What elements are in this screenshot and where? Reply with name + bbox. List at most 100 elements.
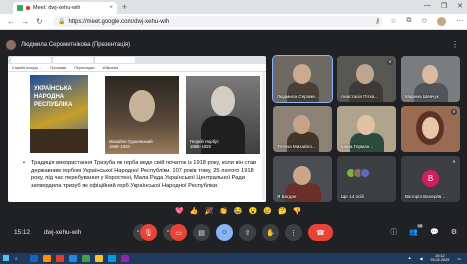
taskbar-app-icon[interactable]	[56, 255, 64, 262]
volume-icon[interactable]: ◀	[419, 256, 422, 261]
wifi-icon[interactable]: ▲	[408, 256, 412, 260]
slide-paragraph: Традиція використання Тризуба як герба в…	[31, 160, 257, 189]
thumbs-down-reaction[interactable]: 👎	[293, 207, 302, 217]
shared-scrollbar	[262, 72, 265, 200]
sad-reaction[interactable]: 😢	[263, 207, 272, 217]
portrait-face	[211, 86, 235, 116]
bookmark: Wikipedia	[102, 65, 119, 70]
favorites-icon[interactable]: ✩	[421, 17, 427, 26]
participant-tile[interactable]: Марина Шевчук	[401, 56, 460, 102]
raise-hand-button[interactable]: ✋	[262, 224, 279, 241]
more-participants-tile[interactable]: Ще 14 осіб	[337, 156, 396, 202]
bookmark: Перекладач	[74, 65, 95, 70]
crowd-image	[30, 129, 88, 153]
hrushevsky-portrait: Михайло Грушевський 1866–1934	[105, 76, 179, 154]
activities-icon[interactable]: ⚙	[451, 228, 457, 236]
mic-muted-icon: ✕	[451, 159, 457, 165]
taskbar-app-icon[interactable]	[30, 255, 38, 262]
emoji-button[interactable]: ☺	[216, 224, 233, 241]
call-controls: ^ 🎙 ^ ▭ ▤ ☺ ⇪ ✋ ⋮ ☎	[133, 224, 333, 241]
participant-video	[293, 166, 311, 185]
participant-video	[285, 183, 321, 202]
url-field[interactable]: 🔒 https://meet.google.com/dwj-xehu-wih	[53, 16, 383, 27]
unr-poster-image: УКРАЇНСЬКА НАРОДНА РЕСПУБЛІКА	[30, 75, 88, 153]
participant-tile[interactable]: ✕ Анастасія Пітка...	[337, 56, 396, 102]
taskbar-app-icon[interactable]	[108, 255, 116, 262]
participant-tile[interactable]: Я Богдан	[273, 156, 332, 202]
reload-icon[interactable]: ↻	[36, 17, 43, 26]
participant-tile[interactable]: Людмила Сероме...	[272, 55, 333, 103]
menu-icon[interactable]: ⋯	[456, 17, 463, 26]
bookmark: Програми	[49, 65, 67, 70]
taskbar-app-icon[interactable]	[82, 255, 90, 262]
mini-avatar	[360, 168, 370, 178]
participant-video	[293, 115, 310, 134]
narbut-portrait: Георгій Нарбут 1886–1920	[186, 76, 260, 154]
notifications-icon[interactable]: ▭	[457, 256, 461, 261]
search-icon[interactable]: ⌕	[15, 256, 18, 262]
laugh-reaction[interactable]: 😂	[234, 207, 243, 217]
extensions-icon[interactable]: ⧉	[406, 17, 411, 26]
window-controls: — ❐ ✕	[424, 2, 463, 10]
recording-dot-icon	[26, 6, 30, 10]
participant-video	[287, 132, 319, 152]
mic-muted-icon: ✕	[451, 109, 457, 115]
participant-name: Анастасія Пітка...	[341, 94, 379, 99]
new-tab-button[interactable]: +	[122, 2, 127, 12]
back-icon[interactable]: ←	[7, 17, 15, 26]
windows-start-icon[interactable]	[3, 255, 9, 261]
presenter-bar: Людмила Серометнікова (Презентація) ⋮	[6, 38, 461, 51]
surprised-reaction[interactable]: 😮	[249, 207, 258, 217]
shared-tab	[95, 57, 135, 63]
captions-button[interactable]: ▤	[193, 224, 210, 241]
more-options-icon[interactable]: ⋮	[451, 40, 459, 49]
participant-video	[287, 82, 319, 102]
key-icon[interactable]: ⚷	[375, 17, 380, 26]
info-icon[interactable]: ⓘ	[390, 227, 397, 237]
meet-favicon-icon	[17, 5, 23, 11]
participant-name: Вікторія Валеріїв...	[405, 194, 446, 199]
meeting-code: dwj-xehu-wih	[44, 229, 82, 236]
maximize-button[interactable]: ❐	[441, 2, 447, 10]
system-clock[interactable]: 15:12 25.02.2025	[430, 254, 449, 262]
profile-avatar[interactable]	[437, 17, 447, 26]
taskbar-app-icon[interactable]	[95, 255, 103, 262]
clap-reaction[interactable]: 👏	[219, 207, 228, 217]
thumbs-up-reaction[interactable]: 👍	[190, 207, 199, 217]
close-window-button[interactable]: ✕	[457, 2, 463, 10]
forward-icon[interactable]: →	[21, 17, 29, 26]
taskbar-app-icon[interactable]	[121, 255, 129, 262]
people-icon[interactable]: 👥 19	[409, 224, 423, 236]
mic-muted-icon: ✕	[387, 59, 393, 65]
participant-avatars	[346, 168, 370, 178]
participant-video	[422, 117, 439, 139]
thinking-reaction[interactable]: 🤔	[278, 207, 287, 217]
participant-tile[interactable]: Тетяна Михайло...	[273, 106, 332, 152]
more-options-button[interactable]: ⋮	[285, 224, 302, 241]
participant-tile[interactable]: ✕	[401, 106, 460, 152]
camera-off-button[interactable]: ▭	[170, 224, 187, 241]
party-reaction[interactable]: 🎉	[204, 207, 213, 217]
address-bar-row: ← → ↻ 🔒 https://meet.google.com/dwj-xehu…	[0, 14, 467, 30]
chat-icon[interactable]: 💬	[430, 228, 439, 236]
shared-tab	[53, 57, 93, 63]
heart-reaction[interactable]: 💖	[175, 207, 184, 217]
tab-title: Meet: dwj-xehu-wih	[33, 5, 81, 11]
minimize-button[interactable]: —	[424, 2, 431, 10]
mic-off-button[interactable]: 🎙	[140, 224, 157, 241]
url-text: https://meet.google.com/dwj-xehu-wih	[68, 18, 170, 25]
tab-close-icon[interactable]: ×	[109, 5, 113, 11]
portrait-caption: Георгій Нарбут 1886–1920	[190, 139, 219, 149]
browser-tab[interactable]: Meet: dwj-xehu-wih ×	[13, 2, 117, 14]
present-screen-button[interactable]: ⇪	[239, 224, 256, 241]
star-icon[interactable]: ☆	[390, 17, 396, 26]
taskbar-app-icon[interactable]	[69, 255, 77, 262]
taskbar-app-icon[interactable]	[43, 255, 51, 262]
leave-call-button[interactable]: ☎	[308, 224, 333, 241]
presenter-name: Людмила Серометнікова (Презентація)	[21, 41, 131, 48]
shared-screen: Служба пошуку ... Програми Перекладач Wi…	[8, 56, 266, 202]
participant-tile[interactable]: В ✕ Вікторія Валеріїв...	[401, 156, 460, 202]
participant-initial-avatar: В	[422, 170, 439, 187]
presenter-avatar	[6, 39, 16, 50]
participant-tile[interactable]: Ірина Герман...	[337, 106, 396, 152]
